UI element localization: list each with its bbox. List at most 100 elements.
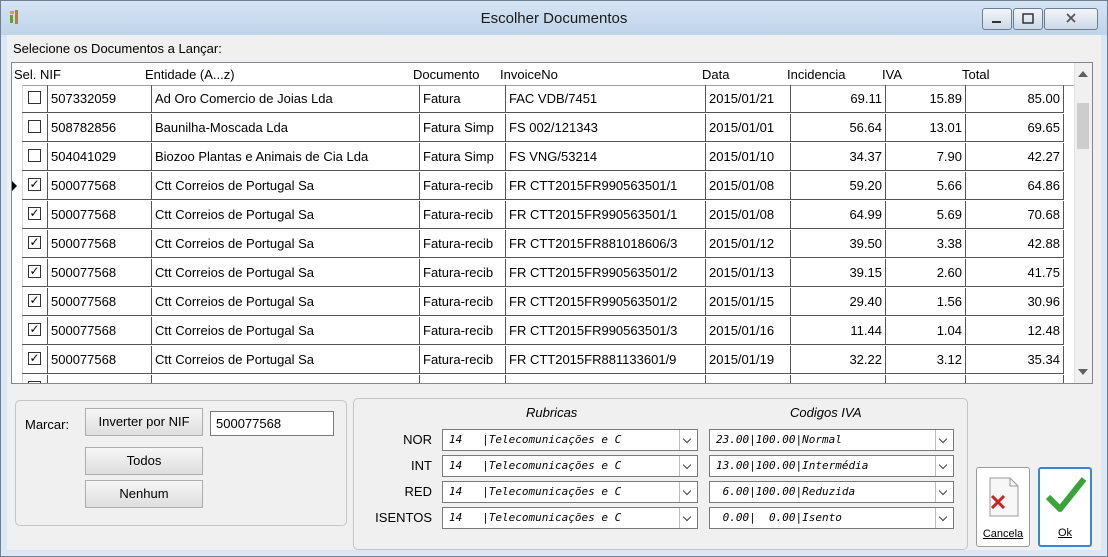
invoice-cell[interactable]: FR CTT2015FR881133601/9 [506,346,706,374]
cancel-button[interactable]: Cancela [976,467,1030,547]
total-cell[interactable]: 12.48 [966,317,1064,345]
chevron-down-icon[interactable] [679,508,697,528]
close-button[interactable] [1044,8,1098,30]
entidade-cell[interactable]: Ctt Correios de Portugal Sa [152,317,420,345]
col-total[interactable]: Total [962,67,989,82]
incidencia-cell[interactable]: 34.37 [791,143,886,171]
rubrica-select[interactable]: 14 |Telecomunicações e C [442,507,698,529]
documento-cell[interactable]: Fatura-recib [420,317,506,345]
scroll-down-icon[interactable] [1078,369,1088,375]
documento-cell[interactable]: Fatura-recib [420,201,506,229]
documento-cell[interactable]: Fatura Simp [420,143,506,171]
table-row[interactable]: 504041029 Biozoo Plantas e Animais de Cia… [22,143,1074,172]
col-sel[interactable]: Sel. [14,67,36,82]
inverter-por-nif-button[interactable]: Inverter por NIF [85,408,203,436]
entidade-cell[interactable]: Ctt Correios de Portugal Sa [152,172,420,200]
iva-cell[interactable]: 1.04 [886,317,966,345]
invoice-cell[interactable]: FR CTT2015FR990563501/1 [506,172,706,200]
nif-cell[interactable]: 500077568 [48,375,152,383]
codigo-iva-select[interactable]: 13.00|100.00|Intermédia [709,455,954,477]
invoice-cell[interactable]: FR CTT2015FR990563501/4 [506,375,706,383]
iva-cell[interactable]: 6.50 [886,375,966,383]
iva-cell[interactable]: 5.69 [886,201,966,229]
chevron-down-icon[interactable] [679,430,697,450]
select-cell[interactable]: ✓ [22,201,48,229]
table-row[interactable]: ✓ 500077568Ctt Correios de Portugal SaFat… [22,375,1074,383]
nif-cell[interactable]: 500077568 [48,201,152,229]
incidencia-cell[interactable]: 69.11 [791,85,886,113]
entidade-cell[interactable]: Biozoo Plantas e Animais de Cia Lda [152,143,420,171]
row-checkbox[interactable]: ✓ [28,265,41,278]
table-row[interactable]: ✓ 500077568Ctt Correios de Portugal SaFat… [22,346,1074,375]
table-row[interactable]: ✓ 500077568Ctt Correios de Portugal SaFat… [12,172,1074,201]
total-cell[interactable]: 35.34 [966,346,1064,374]
codigo-iva-select[interactable]: 23.00|100.00|Normal [709,429,954,451]
codigo-iva-select[interactable]: 0.00| 0.00|Isento [709,507,954,529]
documento-cell[interactable]: Fatura-recib [420,288,506,316]
row-checkbox[interactable]: ✓ [28,294,41,307]
data-cell[interactable]: 2015/01/21 [706,85,791,113]
incidencia-cell[interactable]: 11.44 [791,317,886,345]
table-row[interactable]: ✓ 500077568Ctt Correios de Portugal SaFat… [22,317,1074,346]
iva-cell[interactable]: 7.90 [886,143,966,171]
documents-grid[interactable]: Sel. NIF Entidade (A...z) Documento Invo… [11,62,1093,384]
total-cell[interactable]: 70.68 [966,201,1064,229]
select-cell[interactable]: ✓ [22,346,48,374]
nif-cell[interactable]: 500077568 [48,346,152,374]
iva-cell[interactable]: 2.60 [886,259,966,287]
nif-cell[interactable]: 500077568 [48,172,152,200]
data-cell[interactable]: 2015/01/21 [706,375,791,383]
rubrica-select[interactable]: 14 |Telecomunicações e C [442,455,698,477]
maximize-button[interactable] [1013,8,1043,30]
table-row[interactable]: ✓ 500077568Ctt Correios de Portugal SaFat… [22,201,1074,230]
grid-scrollbar[interactable] [1074,63,1092,383]
scroll-up-icon[interactable] [1078,71,1088,77]
codigo-iva-select[interactable]: 6.00|100.00|Reduzida [709,481,954,503]
documento-cell[interactable]: Fatura-recib [420,230,506,258]
documento-cell[interactable]: Fatura-recib [420,172,506,200]
select-cell[interactable]: ✓ [22,172,48,200]
select-cell[interactable]: ✓ [22,375,48,383]
table-row[interactable]: 508782856 Baunilha-Moscada Lda Fatura Simp… [22,114,1074,143]
data-cell[interactable]: 2015/01/19 [706,346,791,374]
row-checkbox[interactable]: ✓ [28,352,41,365]
nif-cell[interactable]: 500077568 [48,259,152,287]
select-cell[interactable] [22,85,48,113]
chevron-down-icon[interactable] [935,482,953,502]
chevron-down-icon[interactable] [935,508,953,528]
nif-cell[interactable]: 500077568 [48,288,152,316]
data-cell[interactable]: 2015/01/15 [706,288,791,316]
select-cell[interactable]: ✓ [22,259,48,287]
iva-cell[interactable]: 5.66 [886,172,966,200]
data-cell[interactable]: 2015/01/01 [706,114,791,142]
nif-cell[interactable]: 500077568 [48,317,152,345]
incidencia-cell[interactable]: 86.71 [791,375,886,383]
ok-button[interactable]: Ok [1038,467,1092,547]
table-row[interactable]: ✓ 500077568Ctt Correios de Portugal SaFat… [22,230,1074,259]
invoice-cell[interactable]: FR CTT2015FR990563501/2 [506,259,706,287]
invoice-cell[interactable]: FR CTT2015FR990563501/2 [506,288,706,316]
select-cell[interactable]: ✓ [22,230,48,258]
row-checkbox[interactable] [28,120,41,133]
col-incidencia[interactable]: Incidencia [787,67,846,82]
invoice-cell[interactable]: FS VNG/53214 [506,143,706,171]
invoice-cell[interactable]: FR CTT2015FR881018606/3 [506,230,706,258]
total-cell[interactable]: 42.27 [966,143,1064,171]
total-cell[interactable]: 41.75 [966,259,1064,287]
nenhum-button[interactable]: Nenhum [85,480,203,508]
table-row[interactable]: ✓ 500077568Ctt Correios de Portugal SaFat… [22,259,1074,288]
row-checkbox[interactable]: ✓ [28,236,41,249]
title-bar[interactable]: Escolher Documentos [1,1,1107,35]
col-iva[interactable]: IVA [882,67,902,82]
nif-cell[interactable]: 504041029 [48,143,152,171]
iva-cell[interactable]: 15.89 [886,85,966,113]
entidade-cell[interactable]: Ctt Correios de Portugal Sa [152,201,420,229]
data-cell[interactable]: 2015/01/13 [706,259,791,287]
nif-cell[interactable]: 508782856 [48,114,152,142]
invoice-cell[interactable]: FR CTT2015FR990563501/1 [506,201,706,229]
chevron-down-icon[interactable] [935,456,953,476]
col-entidade[interactable]: Entidade (A...z) [145,67,235,82]
data-cell[interactable]: 2015/01/12 [706,230,791,258]
total-cell[interactable]: 85.00 [966,85,1064,113]
col-data[interactable]: Data [702,67,729,82]
